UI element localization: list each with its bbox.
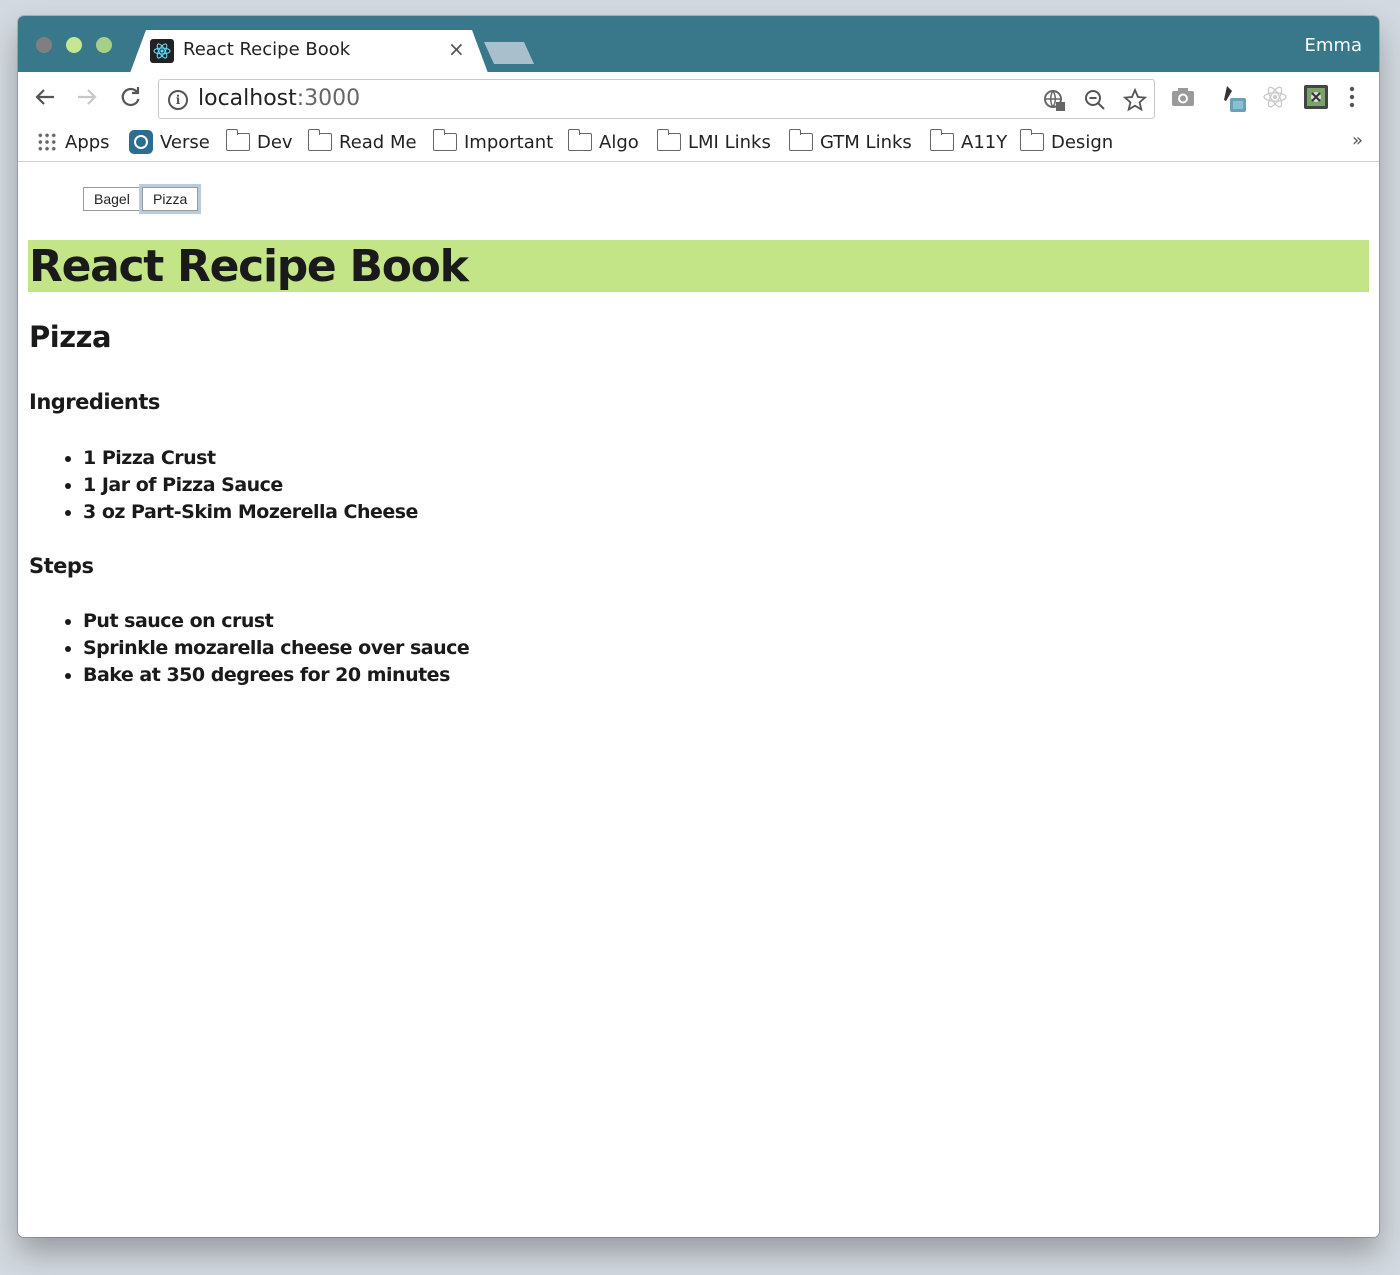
address-bar[interactable]: i localhost:3000 bbox=[158, 79, 1155, 119]
steps-list: Put sauce on crust Sprinkle mozarella ch… bbox=[83, 608, 470, 689]
new-tab-button[interactable] bbox=[484, 42, 534, 64]
zoom-icon[interactable] bbox=[1083, 88, 1107, 112]
step-item: Put sauce on crust bbox=[83, 608, 469, 635]
folder-icon bbox=[656, 129, 681, 151]
recipe-name: Pizza bbox=[29, 320, 112, 354]
bookmark-apps[interactable]: Apps bbox=[37, 130, 110, 154]
menu-kebab-icon[interactable] bbox=[1339, 84, 1365, 110]
step-item: Bake at 350 degrees for 20 minutes bbox=[83, 662, 469, 689]
bookmark-algo[interactable]: Algo bbox=[567, 129, 639, 154]
bookmark-dev[interactable]: Dev bbox=[225, 129, 293, 154]
ingredient-item: 1 Jar of Pizza Sauce bbox=[83, 472, 418, 499]
back-arrow-icon[interactable] bbox=[30, 82, 60, 112]
ingredient-item: 3 oz Part-Skim Mozerella Cheese bbox=[83, 499, 418, 526]
step-item: Sprinkle mozarella cheese over sauce bbox=[83, 635, 470, 662]
folder-icon bbox=[432, 129, 457, 151]
tab-react-recipe-book[interactable]: React Recipe Book × bbox=[130, 30, 488, 73]
info-icon[interactable]: i bbox=[168, 90, 188, 110]
app-title: React Recipe Book bbox=[29, 241, 469, 292]
maximize-window-button[interactable] bbox=[96, 37, 112, 53]
title-bar: React Recipe Book × Emma bbox=[18, 16, 1379, 73]
translate-icon[interactable] bbox=[1042, 88, 1066, 112]
minimize-window-button[interactable] bbox=[66, 37, 82, 53]
browser-window: React Recipe Book × Emma i localhost:300… bbox=[18, 16, 1379, 1237]
verse-icon bbox=[129, 130, 153, 154]
ingredients-heading: Ingredients bbox=[29, 390, 160, 414]
forward-arrow-icon[interactable] bbox=[72, 82, 102, 112]
pizza-button[interactable]: Pizza bbox=[142, 187, 199, 211]
tab-title: React Recipe Book bbox=[183, 39, 351, 60]
react-devtools-icon[interactable] bbox=[1262, 84, 1288, 110]
browser-toolbar: i localhost:3000 bbox=[18, 72, 1379, 122]
bagel-button[interactable]: Bagel bbox=[83, 187, 141, 211]
folder-icon bbox=[307, 129, 332, 151]
bookmarks-overflow-chevron-icon[interactable]: » bbox=[1352, 130, 1363, 151]
camera-icon[interactable] bbox=[1170, 84, 1196, 110]
bookmark-star-icon[interactable] bbox=[1122, 87, 1148, 112]
profile-name[interactable]: Emma bbox=[1305, 35, 1362, 56]
tab-close-icon[interactable]: × bbox=[448, 37, 465, 61]
bookmark-a11y[interactable]: A11Y bbox=[929, 129, 1007, 154]
close-window-button[interactable] bbox=[36, 37, 52, 53]
folder-icon bbox=[929, 129, 954, 151]
eyedropper-icon[interactable] bbox=[1221, 84, 1247, 112]
ingredient-item: 1 Pizza Crust bbox=[83, 445, 418, 472]
ingredients-list: 1 Pizza Crust 1 Jar of Pizza Sauce 3 oz … bbox=[83, 445, 418, 526]
react-icon bbox=[150, 39, 174, 63]
bookmark-verse[interactable]: Verse bbox=[129, 130, 210, 154]
bookmark-important[interactable]: Important bbox=[432, 129, 553, 154]
url-text: localhost:3000 bbox=[198, 86, 361, 111]
bookmark-lmi-links[interactable]: LMI Links bbox=[656, 129, 771, 154]
page-content: Bagel Pizza React Recipe Book Pizza Ingr… bbox=[18, 163, 1379, 1237]
bookmarks-bar: Apps Verse Dev Read Me Important Algo LM… bbox=[18, 122, 1379, 162]
bookmark-design[interactable]: Design bbox=[1019, 129, 1113, 154]
folder-icon bbox=[225, 129, 250, 151]
reload-icon[interactable] bbox=[115, 82, 145, 112]
folder-icon bbox=[788, 129, 813, 151]
app-header-banner: React Recipe Book bbox=[28, 240, 1369, 292]
bookmark-read-me[interactable]: Read Me bbox=[307, 129, 417, 154]
apps-grid-icon bbox=[37, 132, 57, 152]
folder-icon bbox=[567, 129, 592, 151]
bookmark-gtm-links[interactable]: GTM Links bbox=[788, 129, 912, 154]
steps-heading: Steps bbox=[29, 554, 94, 578]
folder-icon bbox=[1019, 129, 1044, 151]
extension-icon[interactable] bbox=[1303, 84, 1329, 110]
